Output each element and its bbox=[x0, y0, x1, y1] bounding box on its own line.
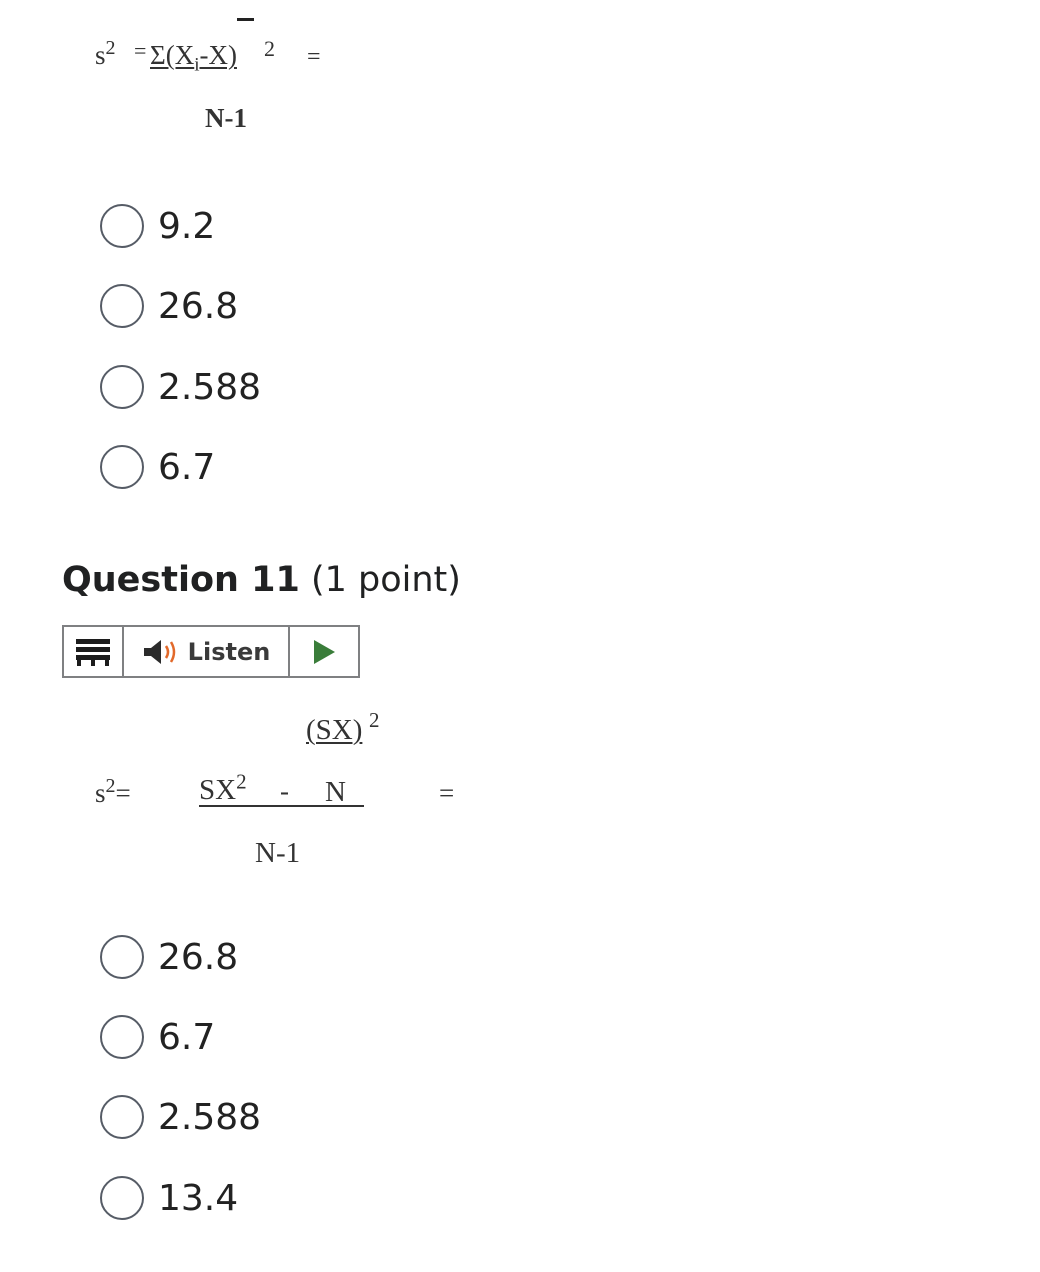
q10-lhs: s2 bbox=[95, 37, 116, 71]
q11-denominator: N-1 bbox=[255, 837, 301, 869]
option-label: 6.7 bbox=[158, 446, 216, 488]
radio-button[interactable] bbox=[100, 935, 144, 979]
speaker-icon bbox=[143, 639, 175, 664]
minus-sign: - bbox=[280, 776, 289, 806]
q10-option[interactable]: 26.8 bbox=[100, 282, 238, 330]
option-label: 26.8 bbox=[158, 936, 239, 978]
equals-sign: = bbox=[134, 38, 147, 63]
q11-inner-numerator: (SX) bbox=[306, 714, 362, 747]
exponent: 2 bbox=[105, 775, 116, 797]
listen-button[interactable]: Listen bbox=[124, 627, 290, 676]
deviation-term: -X) bbox=[199, 40, 237, 70]
q11-option[interactable]: 13.4 bbox=[100, 1174, 238, 1222]
q11-n-term: N bbox=[325, 776, 346, 808]
q11-option[interactable]: 6.7 bbox=[100, 1013, 215, 1061]
option-label: 6.7 bbox=[158, 1016, 216, 1058]
q10-option[interactable]: 2.588 bbox=[100, 363, 261, 411]
q11-equals-right: = bbox=[439, 778, 455, 808]
q11-inner-exponent: 2 bbox=[369, 708, 380, 732]
q10-numerator-exponent: 2 bbox=[264, 36, 275, 61]
menu-icon bbox=[76, 638, 110, 666]
sum-term: Σ(X bbox=[150, 40, 195, 70]
exponent: 2 bbox=[236, 769, 247, 794]
q10-numerator: Σ(Xi-X) bbox=[150, 40, 237, 74]
radio-button[interactable] bbox=[100, 1176, 144, 1220]
radio-button[interactable] bbox=[100, 1095, 144, 1139]
q11-lhs: s2= bbox=[95, 775, 131, 809]
q10-option[interactable]: 6.7 bbox=[100, 443, 215, 491]
play-button[interactable] bbox=[290, 627, 358, 676]
listen-label: Listen bbox=[187, 637, 271, 666]
q10-equals-right: = bbox=[307, 44, 321, 70]
option-label: 2.588 bbox=[158, 1096, 262, 1138]
sx-symbol: SX bbox=[199, 774, 237, 806]
q11-option[interactable]: 2.588 bbox=[100, 1093, 261, 1141]
option-label: 13.4 bbox=[158, 1177, 239, 1219]
option-label: 9.2 bbox=[158, 205, 216, 247]
menu-button[interactable] bbox=[64, 627, 124, 676]
q11-sx-term: SX2 bbox=[199, 771, 247, 807]
sum-x-term: (SX) bbox=[306, 714, 363, 746]
equals-sign: = bbox=[115, 778, 131, 808]
question-number: Question 11 bbox=[62, 560, 300, 600]
radio-button[interactable] bbox=[100, 1015, 144, 1059]
exponent: 2 bbox=[105, 37, 116, 59]
question-heading: Question 11 (1 point) bbox=[62, 560, 461, 600]
readspeaker-toolbar: Listen bbox=[62, 625, 360, 678]
q11-option[interactable]: 26.8 bbox=[100, 933, 238, 981]
radio-button[interactable] bbox=[100, 204, 144, 248]
s-symbol: s bbox=[95, 778, 106, 808]
q10-denominator: N-1 bbox=[205, 103, 247, 133]
q10-option[interactable]: 9.2 bbox=[100, 202, 215, 250]
s-symbol: s bbox=[95, 40, 106, 70]
radio-button[interactable] bbox=[100, 445, 144, 489]
option-label: 2.588 bbox=[158, 366, 262, 408]
question-points: (1 point) bbox=[310, 560, 461, 600]
radio-button[interactable] bbox=[100, 284, 144, 328]
option-label: 26.8 bbox=[158, 285, 239, 327]
play-icon bbox=[314, 639, 335, 664]
radio-button[interactable] bbox=[100, 365, 144, 409]
xbar-overline bbox=[237, 18, 254, 21]
